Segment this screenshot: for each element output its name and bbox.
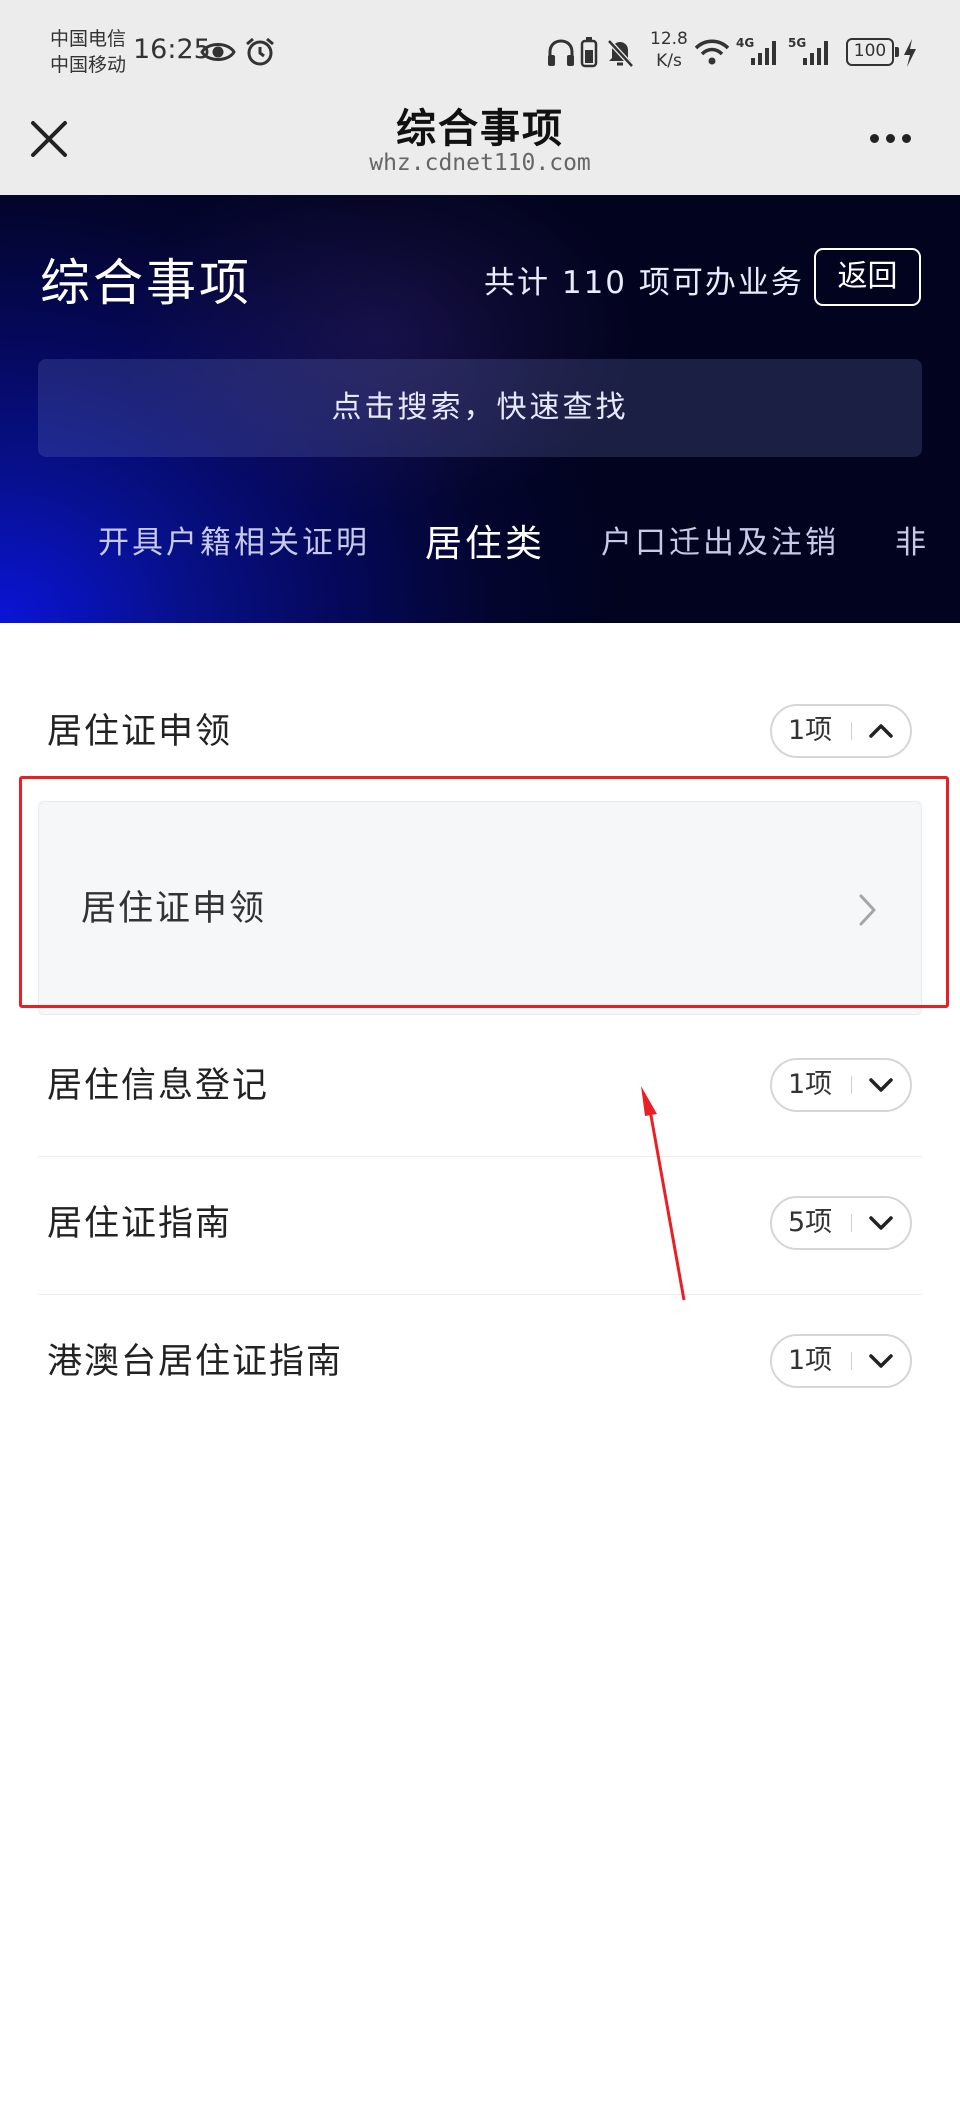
group-title: 居住证申领 (47, 712, 233, 752)
headphones-icon (548, 39, 574, 66)
signal-icon (751, 41, 776, 65)
divider (38, 1156, 922, 1157)
tab-household-moveout[interactable]: 户口迁出及注销 (601, 517, 839, 562)
eye-icon (200, 43, 236, 61)
page-url: whz.cdnet110.com (369, 150, 591, 176)
count-pill[interactable]: 5项 (770, 1196, 912, 1250)
chevron-right-icon (859, 894, 876, 926)
count-pill[interactable]: 1项 (770, 1058, 912, 1112)
carrier-2: 中国移动 (50, 54, 127, 76)
back-button[interactable]: 返回 (814, 248, 921, 306)
search-box[interactable]: 点击搜索，快速查找 (38, 359, 922, 457)
group-residence-permit-guide[interactable]: 居住证指南 5项 (38, 1169, 922, 1279)
net-speed: 12.8 K/s (650, 28, 688, 72)
page-title: 综合事项 (396, 106, 564, 152)
group-hk-macao-taiwan-permit-guide[interactable]: 港澳台居住证指南 1项 (38, 1307, 922, 1417)
pill-divider (851, 722, 852, 740)
tab-household-certificates[interactable]: 开具户籍相关证明 (98, 517, 370, 562)
carrier-1: 中国电信 (50, 28, 127, 50)
chevron-down-icon (869, 1078, 893, 1092)
count-pill[interactable]: 1项 (770, 704, 912, 758)
alarm-icon (246, 37, 274, 66)
sub-item-residence-permit-application[interactable]: 居住证申领 (38, 801, 922, 1015)
signal-icon (803, 41, 828, 65)
net-speed-unit: K/s (656, 51, 682, 71)
chevron-down-icon (869, 1354, 893, 1368)
tab-residence[interactable]: 居住类 (425, 517, 545, 567)
chevron-down-icon (869, 1216, 893, 1230)
group-title: 居住证指南 (47, 1204, 233, 1244)
wifi-icon (694, 39, 730, 65)
group-title: 港澳台居住证指南 (47, 1342, 344, 1382)
count-pill[interactable]: 1项 (770, 1334, 912, 1388)
divider (38, 1294, 922, 1295)
tab-next-partial[interactable]: 非 (895, 517, 929, 562)
net-speed-value: 12.8 (650, 29, 688, 49)
group-residence-info-registration[interactable]: 居住信息登记 1项 (38, 1031, 922, 1141)
item-count: 1项 (788, 1069, 833, 1100)
sub-item-label: 居住证申领 (81, 889, 267, 929)
item-count: 1项 (788, 715, 833, 746)
group-residence-permit-application[interactable]: 居住证申领 1项 (38, 677, 922, 787)
carrier-names: 中国电信 中国移动 (50, 26, 126, 78)
pill-divider (851, 1214, 852, 1232)
hero-title: 综合事项 (40, 254, 252, 312)
item-count: 5项 (788, 1207, 833, 1238)
mute-icon (607, 39, 634, 68)
pill-divider (851, 1352, 852, 1370)
group-title: 居住信息登记 (47, 1066, 270, 1106)
category-tabs: 开具户籍相关证明 居住类 户口迁出及注销 非 (0, 517, 960, 577)
hero-banner: 综合事项 共计 110 项可办业务 返回 点击搜索，快速查找 开具户籍相关证明 … (0, 195, 960, 623)
item-count: 1项 (788, 1345, 833, 1376)
chevron-up-icon (869, 724, 893, 738)
pill-divider (851, 1076, 852, 1094)
app-title-bar: 综合事项 whz.cdnet110.com (0, 90, 960, 195)
status-bar: 中国电信 中国移动 16:25 12.8 K/s 4G 5G 100 (0, 0, 960, 90)
battery-indicator: 100 (846, 38, 899, 66)
service-count: 共计 110 项可办业务 (484, 265, 804, 301)
charging-icon (904, 39, 916, 67)
more-icon[interactable] (870, 126, 920, 152)
battery-saver-icon (580, 37, 598, 68)
